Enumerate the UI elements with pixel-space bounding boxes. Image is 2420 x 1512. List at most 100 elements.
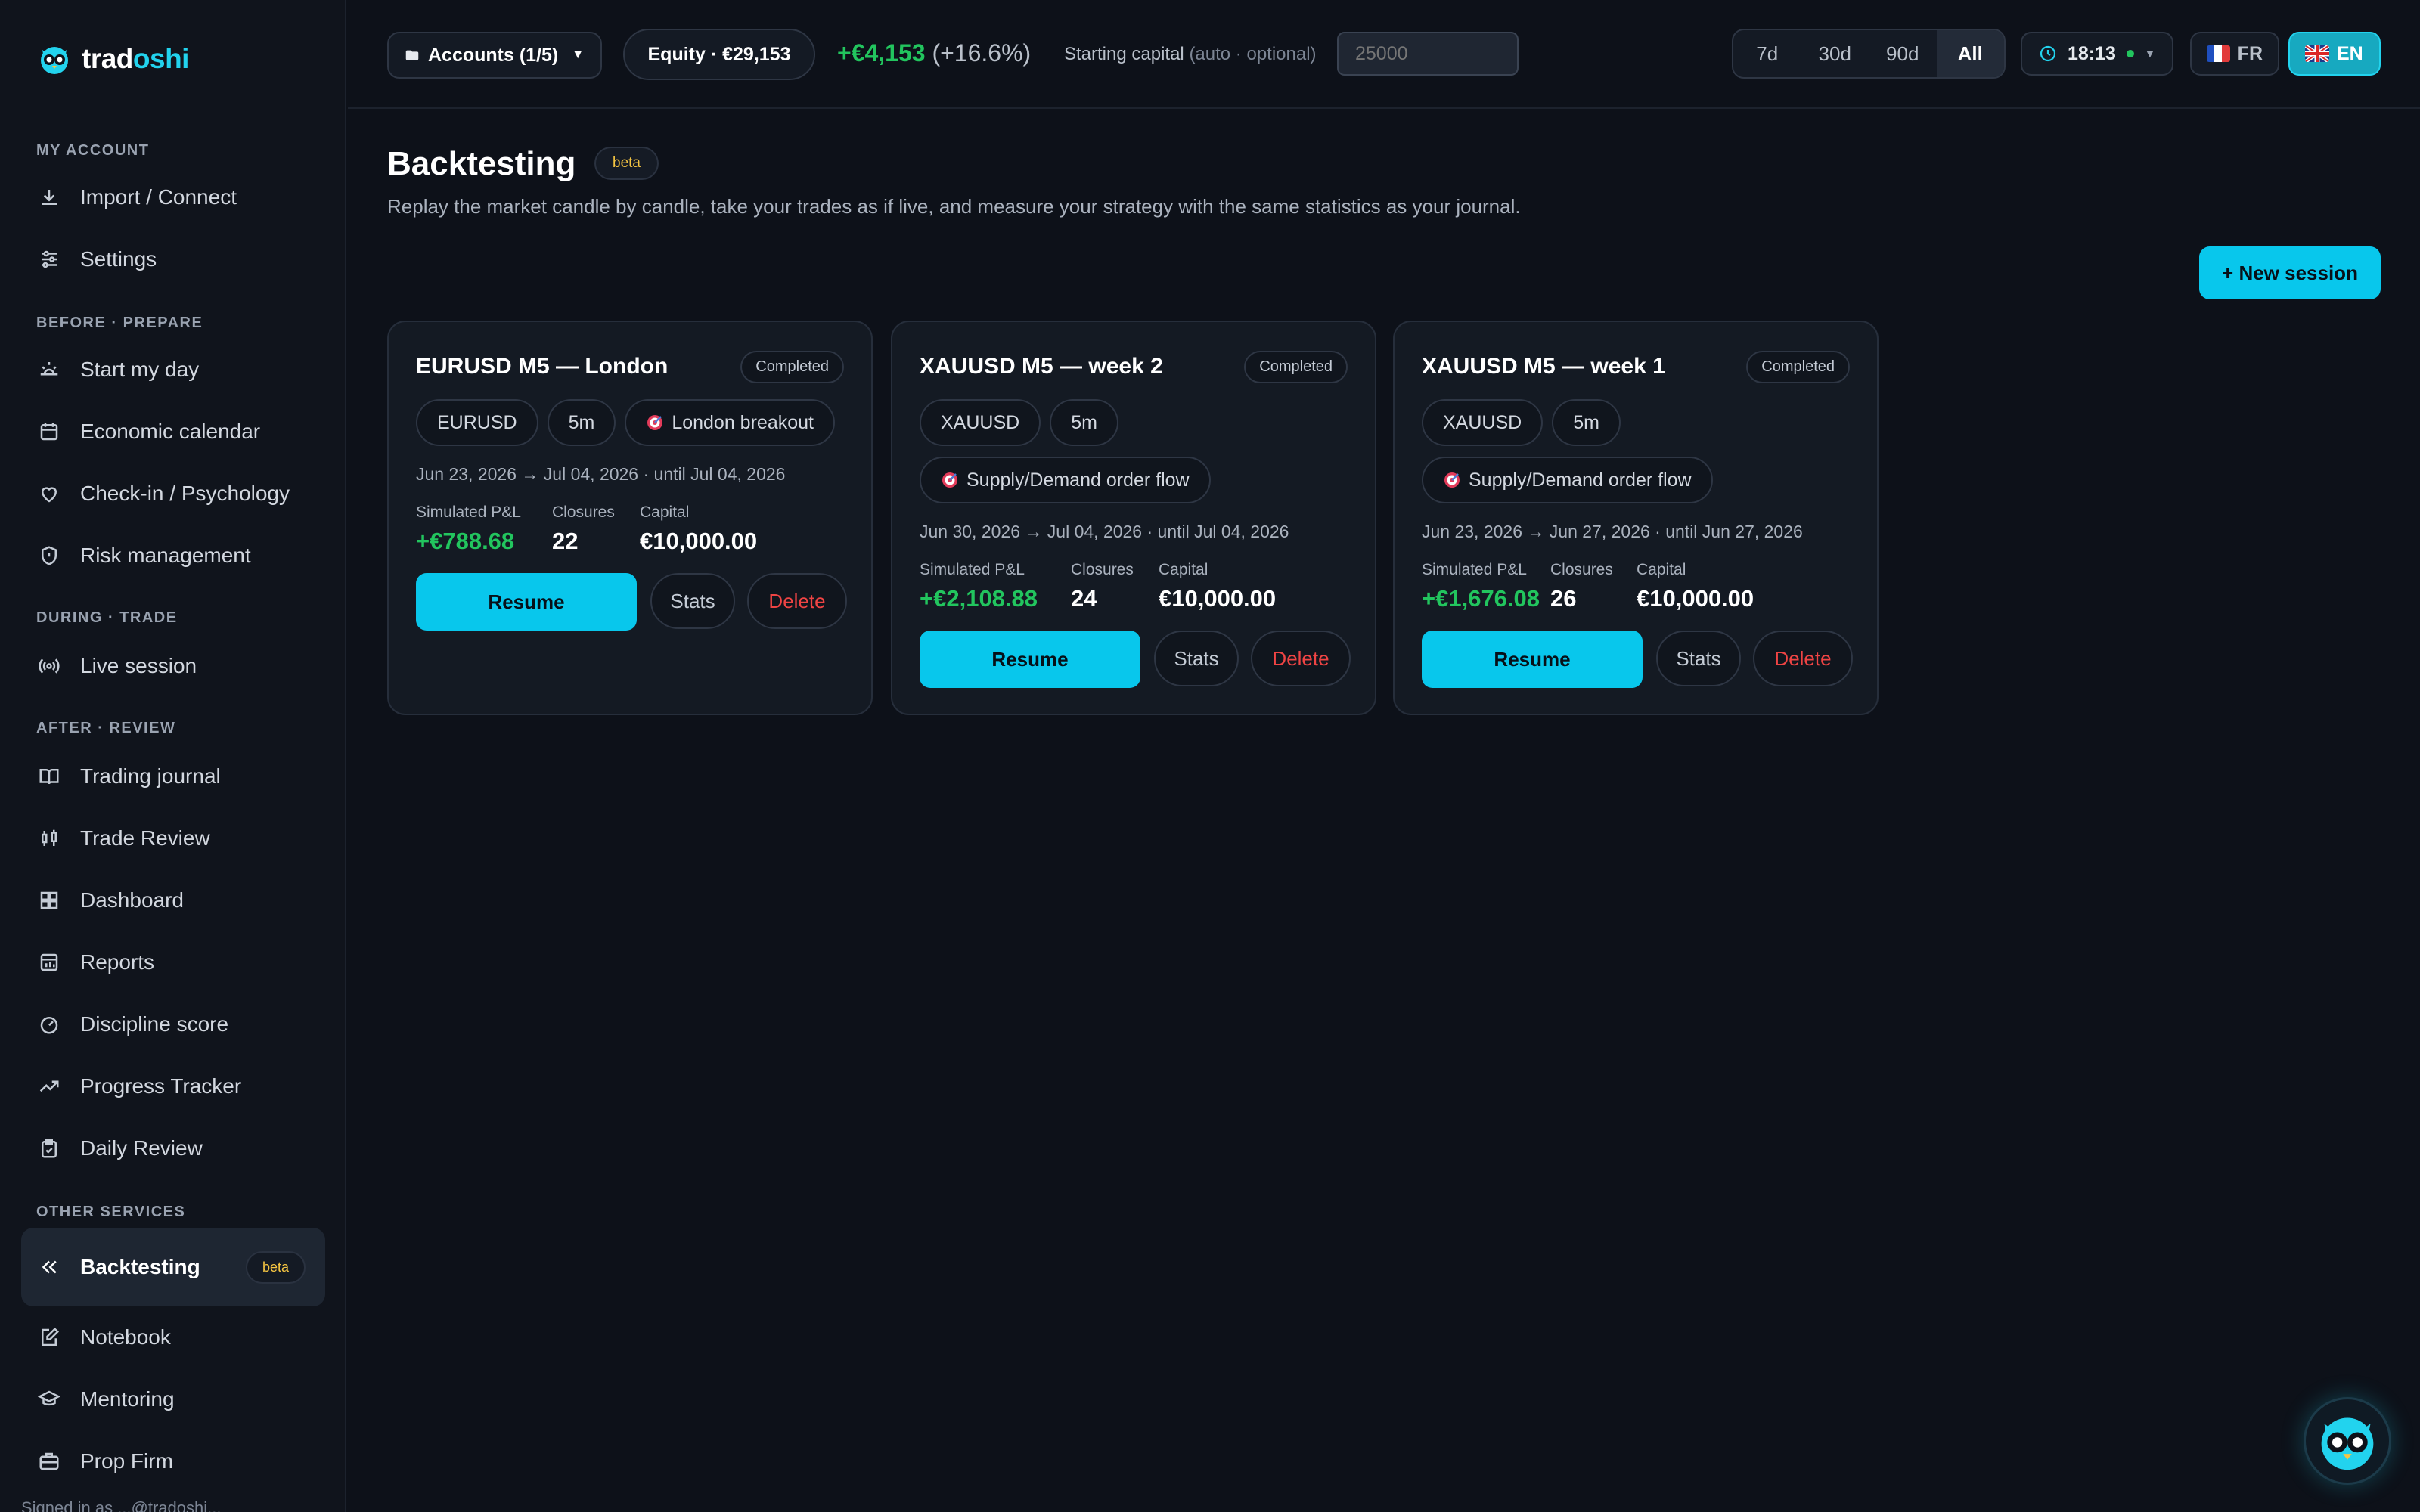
target-icon — [1444, 472, 1460, 488]
status-badge: Completed — [740, 351, 844, 383]
sidebar-item-live-session[interactable]: Live session — [21, 640, 325, 692]
session-card: EURUSD M5 — London Completed EURUSD 5m L… — [387, 321, 873, 715]
sidebar-item-settings[interactable]: Settings — [21, 233, 325, 286]
logo[interactable]: tradoshi — [38, 42, 189, 76]
rewind-icon — [42, 1260, 57, 1274]
sidebar-item-daily-review[interactable]: Daily Review — [21, 1122, 325, 1175]
closures-label: Closures — [1071, 561, 1134, 578]
delete-button[interactable]: Delete — [1753, 631, 1853, 686]
sidebar-item-label: Backtesting — [80, 1255, 200, 1278]
target-icon — [942, 472, 957, 488]
sidebar-item-backtesting[interactable]: Backtesting beta — [21, 1228, 325, 1306]
capital-value: €10,000.00 — [640, 528, 758, 554]
flag-france-icon — [2207, 45, 2230, 62]
equity-pill: Equity · €29,153 — [623, 29, 815, 80]
stats-button[interactable]: Stats — [650, 573, 735, 629]
session-title: XAUUSD M5 — week 2 — [920, 354, 1163, 379]
sidebar-item-trade-review[interactable]: Trade Review — [21, 812, 325, 865]
stats-button[interactable]: Stats — [1154, 631, 1239, 686]
beta-badge: beta — [245, 1250, 306, 1284]
resume-button[interactable]: Resume — [920, 631, 1140, 688]
accounts-dropdown[interactable]: Accounts (1/5) ▼ — [387, 32, 602, 79]
sidebar-item-label: Economic calendar — [80, 420, 261, 443]
sidebar-item-mentoring[interactable]: Mentoring — [21, 1373, 325, 1426]
sidebar-item-label: Risk management — [80, 544, 251, 567]
online-dot — [2126, 50, 2134, 57]
sidebar-item-label: Settings — [80, 247, 157, 271]
capital-label: Capital — [1637, 561, 1686, 578]
beta-badge: beta — [594, 147, 659, 180]
range-90d[interactable]: 90d — [1869, 30, 1937, 77]
closures-value: 24 — [1071, 585, 1097, 612]
resume-button[interactable]: Resume — [416, 573, 637, 631]
sliders-icon — [42, 250, 57, 268]
page-subtitle: Replay the market candle by candle, take… — [387, 195, 1521, 218]
closures-label: Closures — [1550, 561, 1613, 578]
pnl-value: +€4,153 — [837, 39, 926, 67]
delete-button[interactable]: Delete — [1251, 631, 1351, 686]
signed-in-text: Signed in as ...@tradoshi... — [21, 1498, 222, 1512]
closures-label: Closures — [552, 503, 615, 521]
delete-button[interactable]: Delete — [747, 573, 847, 629]
sidebar-item-label: Live session — [80, 654, 197, 677]
broadcast-icon — [39, 658, 60, 674]
sidebar-item-label: Notebook — [80, 1325, 171, 1349]
assistant-button[interactable] — [2304, 1397, 2391, 1485]
caret-down-icon: ▼ — [2144, 48, 2155, 60]
sidebar-item-prop-firm[interactable]: Prop Firm — [21, 1435, 325, 1488]
pnl-percent: (+16.6%) — [932, 39, 1032, 67]
range-30d[interactable]: 30d — [1801, 30, 1869, 77]
session-date-range: Jun 30, 2026 → Jul 04, 2026 · until Jul … — [920, 522, 1289, 541]
page-title: Backtesting — [387, 145, 576, 182]
symbol-chip: XAUUSD — [920, 399, 1041, 446]
sidebar-item-notebook[interactable]: Notebook — [21, 1311, 325, 1364]
closures-value: 22 — [552, 528, 579, 554]
section-before-prepare: BEFORE · PREPARE — [36, 314, 203, 331]
sidebar-item-check-in-psychology[interactable]: Check-in / Psychology — [21, 467, 325, 520]
report-icon — [40, 953, 58, 971]
sidebar-item-dashboard[interactable]: Dashboard — [21, 874, 325, 927]
briefcase-icon — [39, 1452, 59, 1470]
sidebar-item-economic-calendar[interactable]: Economic calendar — [21, 405, 325, 458]
sidebar-item-label: Daily Review — [80, 1136, 203, 1160]
session-tags: XAUUSD 5m Supply/Demand order flow — [1422, 399, 1853, 503]
sidebar-item-trading-journal[interactable]: Trading journal — [21, 750, 325, 803]
sunrise-icon — [40, 362, 58, 376]
accounts-label: Accounts (1/5) — [428, 44, 559, 66]
session-tags: EURUSD 5m London breakout — [416, 399, 847, 446]
clipboard-check-icon — [42, 1139, 57, 1158]
grid-icon — [40, 891, 58, 909]
sidebar-item-risk-management[interactable]: Risk management — [21, 529, 325, 582]
book-icon — [39, 769, 59, 785]
capital-label: Capital — [1159, 561, 1208, 578]
sidebar-item-progress-tracker[interactable]: Progress Tracker — [21, 1060, 325, 1113]
range-all[interactable]: All — [1936, 30, 2004, 77]
range-7d[interactable]: 7d — [1733, 30, 1801, 77]
stats-button[interactable]: Stats — [1656, 631, 1741, 686]
pnl-value: +€788.68 — [416, 528, 515, 554]
closures-value: 26 — [1550, 585, 1577, 612]
symbol-chip: XAUUSD — [1422, 399, 1544, 446]
clock-icon — [2040, 45, 2056, 62]
session-title: XAUUSD M5 — week 1 — [1422, 354, 1665, 379]
session-title: EURUSD M5 — London — [416, 354, 669, 379]
sidebar: tradoshi MY ACCOUNT Import / Connect Set… — [0, 0, 346, 1512]
pnl-label: Simulated P&L — [920, 561, 1025, 578]
sidebar-item-start-my-day[interactable]: Start my day — [21, 343, 325, 396]
section-my-account: MY ACCOUNT — [36, 142, 150, 159]
capital-value: €10,000.00 — [1159, 585, 1277, 612]
section-other-services: OTHER SERVICES — [36, 1204, 186, 1220]
lang-en-button[interactable]: EN — [2288, 32, 2381, 76]
sidebar-item-reports[interactable]: Reports — [21, 936, 325, 989]
sidebar-item-discipline-score[interactable]: Discipline score — [21, 998, 325, 1051]
strategy-chip: Supply/Demand order flow — [920, 457, 1211, 503]
clock-dropdown[interactable]: 18:13 ▼ — [2021, 32, 2173, 76]
timeframe-chip: 5m — [1050, 399, 1118, 446]
new-session-button[interactable]: + New session — [2199, 246, 2381, 299]
caret-down-icon: ▼ — [572, 48, 585, 61]
lang-fr-button[interactable]: FR — [2190, 32, 2279, 76]
resume-button[interactable]: Resume — [1422, 631, 1643, 688]
sidebar-item-import-connect[interactable]: Import / Connect — [21, 171, 325, 224]
pnl-label: Simulated P&L — [1422, 561, 1527, 578]
starting-capital-input[interactable] — [1337, 32, 1519, 76]
